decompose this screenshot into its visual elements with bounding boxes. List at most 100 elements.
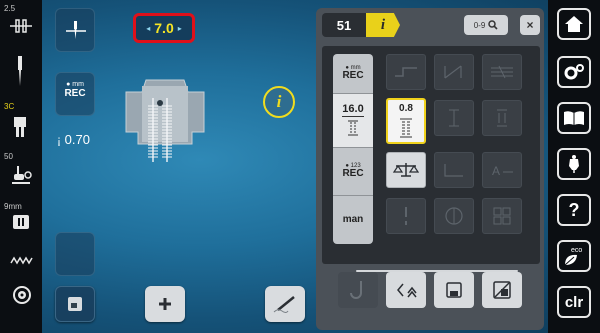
- stitch-plate-icon[interactable]: [12, 214, 30, 235]
- rec-unit-label: ● mm: [56, 81, 94, 88]
- mirror-icon: [445, 207, 463, 225]
- bartack-icon: [491, 65, 513, 79]
- tab-manual-label: man: [342, 213, 364, 225]
- eco-leaf-icon: eco: [564, 247, 582, 266]
- tab-record-length[interactable]: ● mm REC: [333, 54, 373, 94]
- search-icon: [488, 20, 498, 30]
- increase-arrow-icon[interactable]: ▸: [178, 24, 182, 33]
- presser-foot-preview: [120, 78, 210, 168]
- needle-position-button[interactable]: [55, 8, 95, 52]
- stitch-number: 51: [322, 13, 366, 37]
- tab-direct-length[interactable]: 16.0: [333, 94, 373, 148]
- book-icon: [564, 111, 584, 125]
- tab-direct-length-value: 16.0: [342, 103, 364, 117]
- cut-space-icon: [449, 109, 459, 127]
- thread-tension-icon[interactable]: [10, 164, 32, 191]
- rec-unit-text: mm: [72, 81, 84, 88]
- close-button[interactable]: ×: [520, 15, 540, 35]
- save-icon: [446, 282, 462, 298]
- frame-icon: [68, 297, 82, 311]
- grid-button-balance[interactable]: [386, 152, 426, 188]
- info-tab[interactable]: i: [366, 13, 400, 37]
- edit-stitch-button[interactable]: [265, 286, 305, 322]
- grid-button-length-alt: [482, 100, 522, 136]
- help-button[interactable]: ?: [557, 194, 591, 226]
- pen-icon: [273, 296, 295, 313]
- needle-position-value: 0.70: [64, 132, 90, 147]
- gear-icon: [564, 64, 584, 80]
- text-icon: A: [492, 164, 513, 178]
- needle-stop-icon: [405, 207, 407, 225]
- grid-button-repeat: [482, 198, 522, 234]
- balance-icon: [393, 163, 419, 177]
- needle-position-icon: ¡: [57, 133, 61, 147]
- buttonhole-icon: [400, 118, 412, 138]
- grid-button-slit-width: [434, 54, 474, 90]
- record-width-button[interactable]: ● mm REC: [55, 72, 95, 116]
- pattern-view-button[interactable]: [55, 286, 95, 322]
- buttonhole-indicator-label: 9mm: [4, 202, 22, 211]
- info-button[interactable]: i: [263, 86, 295, 118]
- thread-tension-indicator-label: 50: [4, 152, 13, 161]
- help-icon: ?: [568, 199, 580, 220]
- delete-icon: [493, 281, 511, 299]
- svg-text:A: A: [492, 164, 500, 178]
- clr-label: clr: [564, 293, 584, 311]
- bottom-button-hook: [338, 272, 378, 308]
- empty-function-slot[interactable]: [55, 232, 95, 276]
- presser-foot-icon[interactable]: [13, 116, 27, 143]
- home-button[interactable]: [557, 8, 591, 40]
- dress-form-icon: [569, 155, 579, 173]
- hook-icon: [350, 281, 362, 299]
- repeat-icon: [493, 207, 511, 225]
- grid-button-text: A: [482, 152, 522, 188]
- grid-button-selected-length[interactable]: 0.8: [386, 98, 426, 144]
- needle-position-readout: ¡ 0.70: [57, 132, 90, 147]
- tab-record-counter[interactable]: ● 123 REC: [333, 148, 373, 196]
- sewing-machine-screen: 2.5 3C 50 9mm ● mm REC ¡ 0.70 ◂ 7.0 ▸ i …: [0, 0, 600, 333]
- tab-record-counter-label: REC: [342, 168, 364, 180]
- plus-icon: [159, 298, 171, 310]
- save-button[interactable]: [434, 272, 474, 308]
- setup-button[interactable]: [557, 56, 591, 88]
- grid-button-cut-space: [434, 100, 474, 136]
- stitch-width-value: 7.0: [154, 20, 174, 36]
- grid-button-bartack: [482, 54, 522, 90]
- needle-stop-icon: [66, 21, 86, 39]
- home-icon: [565, 16, 583, 32]
- buttonhole-length-icon: [348, 120, 358, 136]
- clear-button[interactable]: clr: [557, 286, 591, 318]
- tab-manual[interactable]: man: [333, 196, 373, 244]
- bobbin-icon[interactable]: [13, 286, 31, 309]
- delete-button[interactable]: [482, 272, 522, 308]
- direction-arrows-icon: [397, 283, 417, 298]
- right-sidebar: ? eco clr: [548, 0, 600, 333]
- panel-header: 51 i 0-9 ×: [322, 13, 540, 37]
- eco-button[interactable]: eco: [557, 240, 591, 272]
- buttonhole-panel: 51 i 0-9 × ● mm REC 16.0 ● 123 REC man 0…: [316, 8, 544, 330]
- rec-label: REC: [64, 88, 86, 99]
- sewing-consultant-button[interactable]: [557, 148, 591, 180]
- grid-button-mirror: [434, 198, 474, 234]
- add-button[interactable]: [145, 286, 185, 322]
- feed-dog-icon[interactable]: [10, 252, 34, 270]
- grid-button-stitch-density: [386, 54, 426, 90]
- tutorial-button[interactable]: [557, 102, 591, 134]
- grid-button-corner: [434, 152, 474, 188]
- presser-foot-indicator-label: 3C: [4, 102, 15, 111]
- stitch-direction-button[interactable]: [386, 272, 426, 308]
- grid-button-needle-stop: [386, 198, 426, 234]
- needle-icon[interactable]: [16, 56, 24, 91]
- needle-threading-icon[interactable]: [8, 16, 34, 41]
- stitch-width-indicator-label: 2.5: [4, 4, 16, 13]
- corner-icon: [444, 164, 463, 177]
- decrease-arrow-icon[interactable]: ◂: [146, 24, 150, 33]
- search-label: 0-9: [473, 20, 486, 30]
- eco-label: eco: [571, 247, 582, 254]
- stitch-search-button[interactable]: 0-9: [464, 15, 508, 35]
- close-icon: ×: [526, 18, 534, 32]
- density-icon: [395, 67, 417, 77]
- stitch-width-control[interactable]: ◂ 7.0 ▸: [133, 13, 195, 43]
- selected-length-value: 0.8: [399, 103, 413, 114]
- tab-record-length-label: REC: [342, 70, 364, 82]
